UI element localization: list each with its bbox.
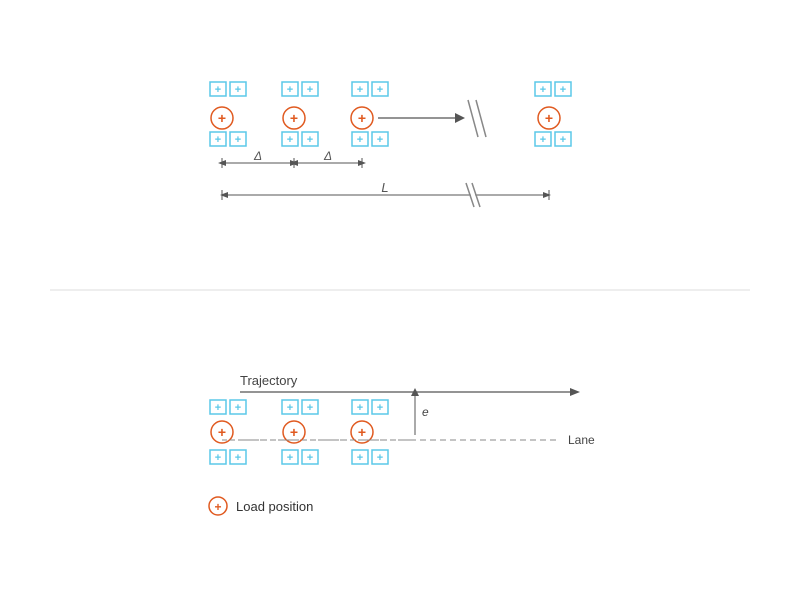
svg-text:+: + bbox=[357, 452, 363, 464]
svg-text:+: + bbox=[307, 134, 313, 146]
svg-text:+: + bbox=[357, 84, 363, 96]
svg-text:+: + bbox=[290, 424, 298, 440]
axle-group-top-right-row1: + + bbox=[535, 82, 571, 96]
svg-text:+: + bbox=[215, 452, 221, 464]
axle-group-bot-1-row3: + + bbox=[210, 132, 246, 146]
svg-text:+: + bbox=[377, 452, 383, 464]
bot-diag-axle-group-3-row1: + + bbox=[352, 400, 388, 414]
svg-text:+: + bbox=[287, 452, 293, 464]
svg-text:+: + bbox=[215, 134, 221, 146]
break-symbol-1b bbox=[476, 100, 486, 137]
delta1-label: Δ bbox=[253, 149, 262, 163]
svg-text:+: + bbox=[377, 402, 383, 414]
bot-diag-axle-group-1-row3: + + bbox=[210, 450, 246, 464]
svg-text:+: + bbox=[218, 110, 226, 126]
svg-text:+: + bbox=[560, 134, 566, 146]
svg-text:+: + bbox=[357, 402, 363, 414]
svg-text:+: + bbox=[540, 84, 546, 96]
L-arrow-right bbox=[543, 192, 551, 198]
svg-text:+: + bbox=[358, 424, 366, 440]
diagram-container: + + + + + + + + + + + + + bbox=[0, 0, 800, 600]
svg-text:+: + bbox=[214, 500, 221, 514]
axle-group-top-1-row1: + + bbox=[210, 82, 246, 96]
svg-text:+: + bbox=[287, 402, 293, 414]
svg-text:+: + bbox=[540, 134, 546, 146]
axle-group-top-2-row1: + + bbox=[282, 82, 318, 96]
trajectory-label: Trajectory bbox=[240, 373, 298, 388]
svg-text:+: + bbox=[287, 84, 293, 96]
bot-diag-axle-group-2-row3: + + bbox=[282, 450, 318, 464]
svg-text:+: + bbox=[235, 452, 241, 464]
svg-text:+: + bbox=[287, 134, 293, 146]
svg-text:+: + bbox=[215, 84, 221, 96]
bot-diag-axle-group-2-row1: + + bbox=[282, 400, 318, 414]
svg-text:+: + bbox=[235, 84, 241, 96]
axle-group-bot-2-row3: + + bbox=[282, 132, 318, 146]
trajectory-arrow bbox=[570, 388, 580, 396]
axle-group-bot-3-row3: + + bbox=[352, 132, 388, 146]
svg-text:+: + bbox=[358, 110, 366, 126]
svg-text:+: + bbox=[377, 134, 383, 146]
bot-diag-axle-group-1-row1: + + bbox=[210, 400, 246, 414]
svg-text:+: + bbox=[377, 84, 383, 96]
svg-text:+: + bbox=[235, 134, 241, 146]
axle-group-top-3-row1: + + bbox=[352, 82, 388, 96]
svg-text:+: + bbox=[235, 402, 241, 414]
e-label: e bbox=[422, 405, 429, 419]
lane-label: Lane bbox=[568, 433, 595, 447]
svg-text:+: + bbox=[545, 110, 553, 126]
svg-text:+: + bbox=[218, 424, 226, 440]
svg-text:+: + bbox=[357, 134, 363, 146]
svg-text:+: + bbox=[307, 402, 313, 414]
svg-text:+: + bbox=[307, 452, 313, 464]
L-arrow-left bbox=[220, 192, 228, 198]
motion-arrow-head bbox=[455, 113, 465, 123]
axle-group-bot-right-row3: + + bbox=[535, 132, 571, 146]
svg-text:+: + bbox=[290, 110, 298, 126]
load-position-label: Load position bbox=[236, 499, 313, 514]
L-label: L bbox=[381, 180, 388, 195]
svg-text:+: + bbox=[307, 84, 313, 96]
svg-text:+: + bbox=[560, 84, 566, 96]
break-symbol-1a bbox=[468, 100, 478, 137]
delta2-label: Δ bbox=[323, 149, 332, 163]
bot-diag-axle-group-3-row3: + + bbox=[352, 450, 388, 464]
svg-text:+: + bbox=[215, 402, 221, 414]
